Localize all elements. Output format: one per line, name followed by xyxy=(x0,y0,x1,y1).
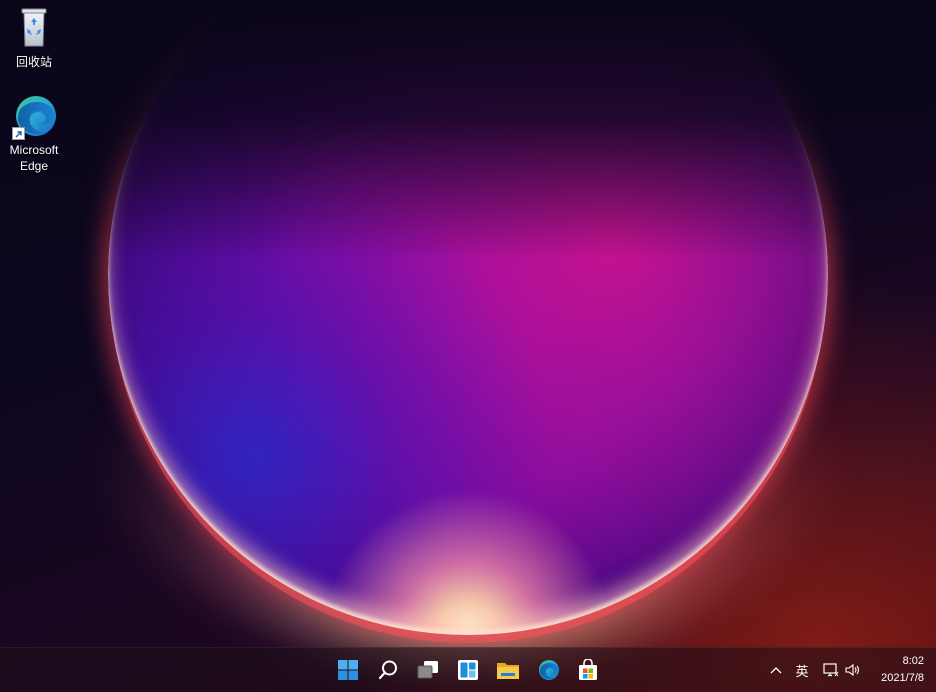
desktop-icon-edge[interactable]: Microsoft Edge xyxy=(0,92,68,174)
input-method-indicator[interactable]: 英 xyxy=(790,648,814,692)
edge-label: Microsoft Edge xyxy=(9,143,59,173)
desktop-icon-recycle-bin[interactable]: 回收站 xyxy=(0,4,68,70)
network-icon xyxy=(823,663,839,677)
clock[interactable]: 8:02 2021/7/8 xyxy=(864,653,924,687)
edge-icon xyxy=(10,92,58,140)
search-button[interactable] xyxy=(374,656,402,684)
task-view-icon xyxy=(417,661,438,679)
chevron-up-icon xyxy=(770,667,782,674)
clock-date: 2021/7/8 xyxy=(881,672,924,684)
folder-icon xyxy=(497,663,519,679)
search-icon xyxy=(378,660,397,680)
store-button[interactable] xyxy=(574,656,602,684)
recycle-bin-label: 回收站 xyxy=(15,55,52,69)
store-icon xyxy=(579,659,597,680)
widgets-button[interactable] xyxy=(454,656,482,684)
recycle-bin-icon xyxy=(10,4,58,52)
shortcut-arrow-icon xyxy=(12,127,25,140)
show-hidden-icons-button[interactable] xyxy=(766,648,786,692)
start-button[interactable] xyxy=(334,656,362,684)
desktop[interactable]: 回收站 Microsoft Edge 英 8:02 2021/7/8 xyxy=(0,0,936,692)
file-explorer-button[interactable] xyxy=(494,656,522,684)
speaker-icon xyxy=(845,663,860,677)
volume-button[interactable] xyxy=(842,648,864,692)
wallpaper-fade xyxy=(0,0,936,260)
windows-logo-icon xyxy=(338,660,358,680)
widgets-icon xyxy=(458,660,478,680)
edge-taskbar-button[interactable] xyxy=(534,656,562,684)
network-button[interactable] xyxy=(820,648,842,692)
edge-icon xyxy=(539,660,559,680)
taskbar: 英 8:02 2021/7/8 xyxy=(0,647,936,692)
clock-time: 8:02 xyxy=(902,655,924,667)
task-view-button[interactable] xyxy=(414,656,442,684)
